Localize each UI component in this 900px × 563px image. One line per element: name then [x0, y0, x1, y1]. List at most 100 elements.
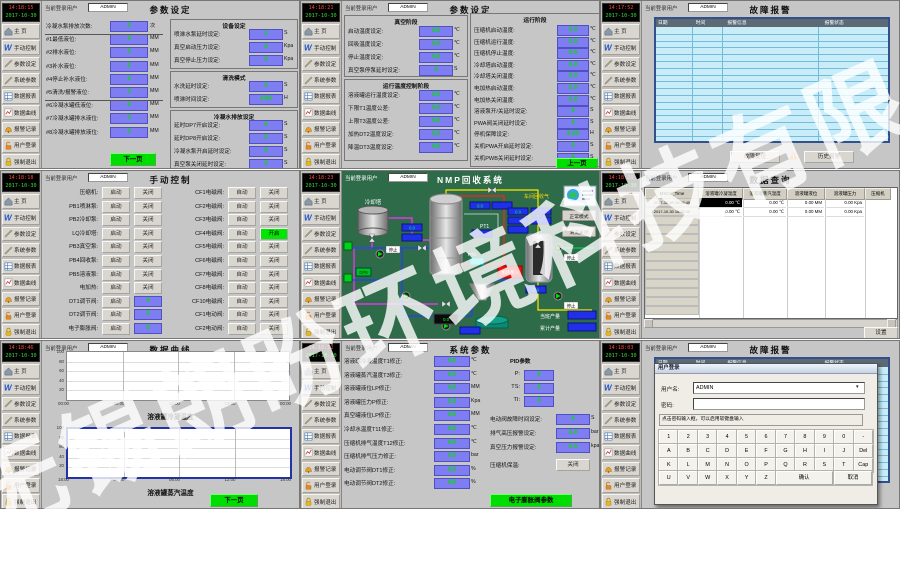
sidebar-item-manual-control[interactable]: W手动控制 [602, 210, 640, 225]
auto-button[interactable]: 自动 [228, 269, 256, 281]
key-L[interactable]: L [678, 458, 698, 472]
valve-state-button[interactable]: 关闭 [260, 282, 288, 294]
sidebar-item-parameter-setting[interactable]: 参数设定 [2, 57, 40, 72]
sidebar-item-data-curve[interactable]: 数据曲线 [602, 445, 640, 460]
sidebar-item-system-params[interactable]: 系统参数 [302, 413, 340, 428]
compressor-insulation-button[interactable]: 关闭 [556, 459, 590, 471]
sidebar-item-home[interactable]: 主 页 [2, 364, 40, 379]
value-box[interactable]: 0 [524, 396, 554, 407]
fault-reset-button[interactable]: 故障复位 [730, 151, 780, 163]
history-alarm-button[interactable]: 历史报警 [804, 151, 854, 163]
sidebar-item-parameter-setting[interactable]: 参数设定 [302, 57, 340, 72]
value-box[interactable]: 0.0 [557, 83, 589, 94]
key-T[interactable]: T [834, 458, 854, 472]
value-box[interactable]: 0.0 [419, 116, 453, 127]
key-J[interactable]: J [834, 444, 854, 458]
value-box[interactable]: 0.0 [557, 37, 589, 48]
sidebar-item-system-params[interactable]: 系统参数 [602, 413, 640, 428]
key-P[interactable]: P [756, 458, 776, 472]
sidebar-item-alarm-record[interactable]: 报警记录 [602, 292, 640, 307]
sidebar-item-data-report[interactable]: 数据报表 [302, 429, 340, 444]
key-R[interactable]: R [795, 458, 815, 472]
sidebar-item-system-params[interactable]: 系统参数 [602, 243, 640, 258]
prev-page-button[interactable]: 上一页 [556, 158, 598, 169]
key-E[interactable]: E [737, 444, 757, 458]
valve-state-button[interactable]: 关闭 [260, 269, 288, 281]
sidebar-item-system-params[interactable]: 系统参数 [2, 243, 40, 258]
sidebar-item-data-report[interactable]: 数据报表 [2, 429, 40, 444]
value-box[interactable]: 0.0 [419, 103, 453, 114]
sidebar-item-alarm-record[interactable]: 报警记录 [2, 462, 40, 477]
sidebar-item-parameter-setting[interactable]: 参数设定 [602, 57, 640, 72]
value-box[interactable]: 0 [557, 106, 589, 117]
key-B[interactable]: B [678, 444, 698, 458]
value-box[interactable]: 0 [110, 127, 148, 138]
value-box[interactable]: 0.0 [556, 428, 590, 439]
value-box[interactable]: 0 [556, 414, 590, 425]
key-O[interactable]: O [737, 458, 757, 472]
key-D[interactable]: D [717, 444, 737, 458]
value-box[interactable]: 0.0 [557, 71, 589, 82]
value-box[interactable]: 0 [110, 113, 148, 124]
key-6[interactable]: 6 [756, 430, 776, 444]
sidebar-item-parameter-setting[interactable]: 参数设定 [302, 227, 340, 242]
sidebar-item-parameter-setting[interactable]: 参数设定 [2, 227, 40, 242]
sidebar-item-force-exit[interactable]: 强制退出 [302, 324, 340, 339]
valve-state-button[interactable]: 关闭 [260, 214, 288, 226]
key-V[interactable]: V [678, 471, 698, 485]
value-box[interactable]: 0.0 [557, 48, 589, 59]
auto-button[interactable]: 自动 [228, 255, 256, 267]
mimic-value-box[interactable] [460, 327, 480, 334]
key-1[interactable]: 1 [659, 430, 679, 444]
sidebar-item-data-report[interactable]: 数据报表 [602, 259, 640, 274]
start-button[interactable]: 启动 [102, 214, 130, 226]
cancel-key[interactable]: 取消 [834, 471, 872, 485]
valve-state-button[interactable]: 关闭 [260, 201, 288, 213]
sidebar-item-home[interactable]: 主 页 [602, 364, 640, 379]
key-4[interactable]: 4 [717, 430, 737, 444]
sidebar-item-data-curve[interactable]: 数据曲线 [602, 105, 640, 120]
value-box[interactable]: 0.0 [557, 60, 589, 71]
value-box[interactable]: 0 [134, 296, 162, 307]
sidebar-item-system-params[interactable]: 系统参数 [602, 73, 640, 88]
value-box[interactable]: 0 [249, 55, 283, 66]
key-7[interactable]: 7 [776, 430, 796, 444]
sidebar-item-alarm-record[interactable]: 报警记录 [302, 122, 340, 137]
value-box[interactable]: 0.0 [419, 52, 453, 63]
key-5[interactable]: 5 [737, 430, 757, 444]
auto-button[interactable]: 自动 [228, 241, 256, 253]
sidebar-item-home[interactable]: 主 页 [602, 24, 640, 39]
stop-button[interactable]: 关闭 [134, 241, 162, 253]
auto-button[interactable]: 自动 [228, 323, 256, 335]
key-K[interactable]: K [659, 458, 679, 472]
valve-state-button[interactable]: 关闭 [260, 241, 288, 253]
sidebar-item-data-curve[interactable]: 数据曲线 [302, 445, 340, 460]
value-box[interactable]: 0.00 [557, 129, 589, 140]
key-Y[interactable]: Y [737, 471, 757, 485]
stop-button[interactable]: 关闭 [134, 214, 162, 226]
stop-button[interactable]: 关闭 [134, 269, 162, 281]
sidebar-item-system-params[interactable]: 系统参数 [2, 73, 40, 88]
sidebar-item-data-report[interactable]: 数据报表 [602, 429, 640, 444]
value-box[interactable]: 0 [524, 383, 554, 394]
valve-state-button[interactable]: 关闭 [260, 255, 288, 267]
auto-button[interactable]: 自动 [228, 309, 256, 321]
value-box[interactable]: 0.0 [419, 142, 453, 153]
value-box[interactable]: 0.0 [557, 95, 589, 106]
sidebar-item-data-report[interactable]: 数据报表 [302, 259, 340, 274]
start-button[interactable]: 启动 [102, 269, 130, 281]
value-box[interactable]: 0 [249, 146, 283, 157]
sidebar-item-alarm-record[interactable]: 报警记录 [302, 462, 340, 477]
start-button[interactable]: 启动 [102, 228, 130, 240]
key--[interactable]: - [854, 430, 874, 444]
confirm-key[interactable]: 确认 [776, 471, 833, 485]
auto-button[interactable]: 自动 [228, 187, 256, 199]
sidebar-item-data-curve[interactable]: 数据曲线 [302, 105, 340, 120]
sidebar-item-manual-control[interactable]: W手动控制 [302, 380, 340, 395]
sidebar-item-home[interactable]: 主 页 [2, 24, 40, 39]
sidebar-item-user-login[interactable]: 用户登录 [2, 138, 40, 153]
key-9[interactable]: 9 [815, 430, 835, 444]
stop-button[interactable]: 关闭 [134, 255, 162, 267]
sidebar-item-force-exit[interactable]: 强制退出 [602, 494, 640, 509]
sidebar-item-manual-control[interactable]: W手动控制 [302, 40, 340, 55]
